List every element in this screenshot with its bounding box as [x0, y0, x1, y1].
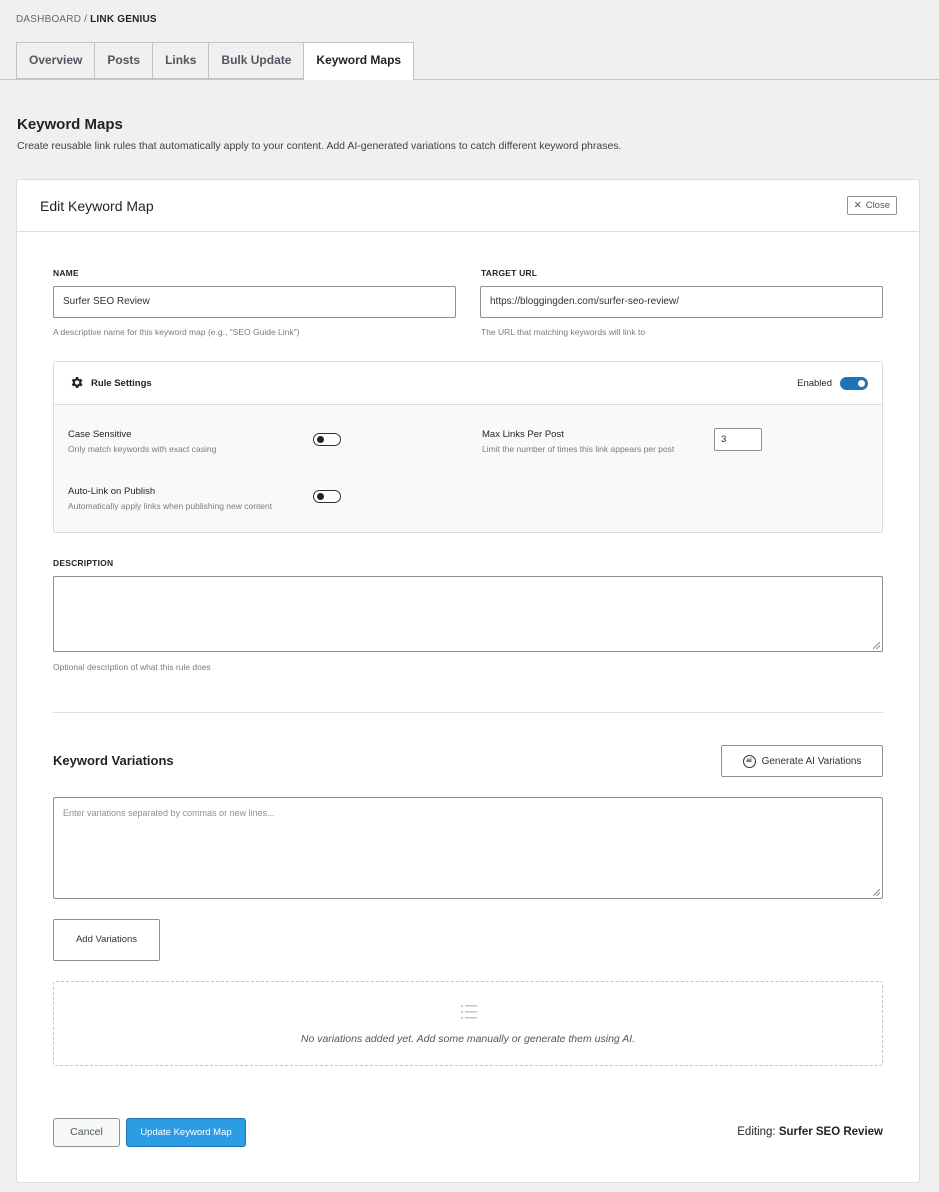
auto-link-toggle[interactable] [313, 490, 341, 503]
name-label: NAME [53, 268, 79, 278]
variations-empty-state: No variations added yet. Add some manual… [53, 981, 883, 1066]
cancel-button[interactable]: Cancel [53, 1118, 120, 1147]
variations-textarea[interactable]: Enter variations separated by commas or … [53, 797, 883, 899]
target-url-hint: The URL that matching keywords will link… [481, 327, 646, 337]
case-sensitive-toggle[interactable] [313, 433, 341, 446]
card-title: Edit Keyword Map [40, 198, 154, 214]
toggle-knob [317, 493, 324, 500]
gear-icon [71, 377, 83, 388]
target-url-input[interactable]: https://bloggingden.com/surfer-seo-revie… [480, 286, 883, 318]
name-hint: A descriptive name for this keyword map … [53, 327, 300, 337]
page-title: Keyword Maps [17, 116, 123, 133]
rule-settings-header: Rule Settings Enabled [54, 362, 882, 405]
editing-name: Surfer SEO Review [778, 1126, 883, 1138]
ai-icon: ai [742, 754, 756, 768]
list-icon [461, 1005, 477, 1019]
enabled-toggle[interactable] [840, 377, 868, 390]
tab-keyword-maps[interactable]: Keyword Maps [303, 42, 415, 80]
tab-overview[interactable]: Overview [16, 42, 95, 79]
toggle-knob [858, 380, 865, 387]
tab-posts[interactable]: Posts [94, 42, 153, 79]
editing-prefix: Editing: [737, 1126, 776, 1138]
empty-state-text: No variations added yet. Add some manual… [300, 1033, 636, 1045]
close-label: Close [865, 200, 890, 211]
tab-links[interactable]: Links [152, 42, 209, 79]
editing-status: Editing: Surfer SEO Review [737, 1126, 883, 1138]
add-variations-button[interactable]: Add Variations [53, 919, 160, 961]
max-links-input[interactable]: 3 [714, 428, 762, 451]
target-url-label: TARGET URL [481, 268, 538, 278]
description-label: DESCRIPTION [53, 558, 114, 568]
auto-link-desc: Automatically apply links when publishin… [68, 501, 273, 511]
page-subtitle: Create reusable link rules that automati… [17, 140, 622, 152]
breadcrumb-dashboard[interactable]: DASHBOARD [16, 14, 81, 25]
close-button[interactable]: ✕ Close [846, 196, 897, 215]
variations-placeholder: Enter variations separated by commas or … [63, 808, 275, 818]
name-input[interactable]: Surfer SEO Review [53, 286, 456, 318]
tab-bar: Overview Posts Links Bulk Update Keyword… [16, 42, 415, 80]
tab-bulk-update[interactable]: Bulk Update [208, 42, 304, 79]
section-divider [53, 712, 883, 713]
description-hint: Optional description of what this rule d… [53, 662, 211, 672]
enabled-label: Enabled [797, 378, 832, 389]
breadcrumb-current: LINK GENIUS [90, 14, 157, 25]
keyword-variations-title: Keyword Variations [53, 753, 174, 768]
toggle-knob [317, 436, 324, 443]
max-links-desc: Limit the number of times this link appe… [482, 444, 675, 454]
breadcrumb: DASHBOARD / LINK GENIUS [16, 14, 157, 25]
case-sensitive-desc: Only match keywords with exact casing [68, 444, 217, 454]
resize-grip[interactable] [873, 642, 880, 649]
generate-ai-variations-button[interactable]: ai Generate AI Variations [721, 745, 883, 777]
case-sensitive-title: Case Sensitive [68, 429, 132, 440]
description-textarea[interactable] [53, 576, 883, 652]
update-keyword-map-button[interactable]: Update Keyword Map [126, 1118, 246, 1147]
close-icon: ✕ [853, 200, 862, 211]
card-header: Edit Keyword Map ✕ Close [17, 180, 919, 232]
auto-link-title: Auto-Link on Publish [68, 486, 156, 497]
edit-keyword-map-card: Edit Keyword Map ✕ Close NAME Surfer SEO… [16, 179, 920, 1183]
rule-settings-title: Rule Settings [91, 378, 152, 389]
resize-grip[interactable] [873, 889, 880, 896]
breadcrumb-separator: / [84, 14, 88, 25]
rule-settings-panel: Rule Settings Enabled Case Sensitive Onl… [53, 361, 883, 533]
generate-label: Generate AI Variations [761, 755, 862, 767]
max-links-title: Max Links Per Post [482, 429, 564, 440]
